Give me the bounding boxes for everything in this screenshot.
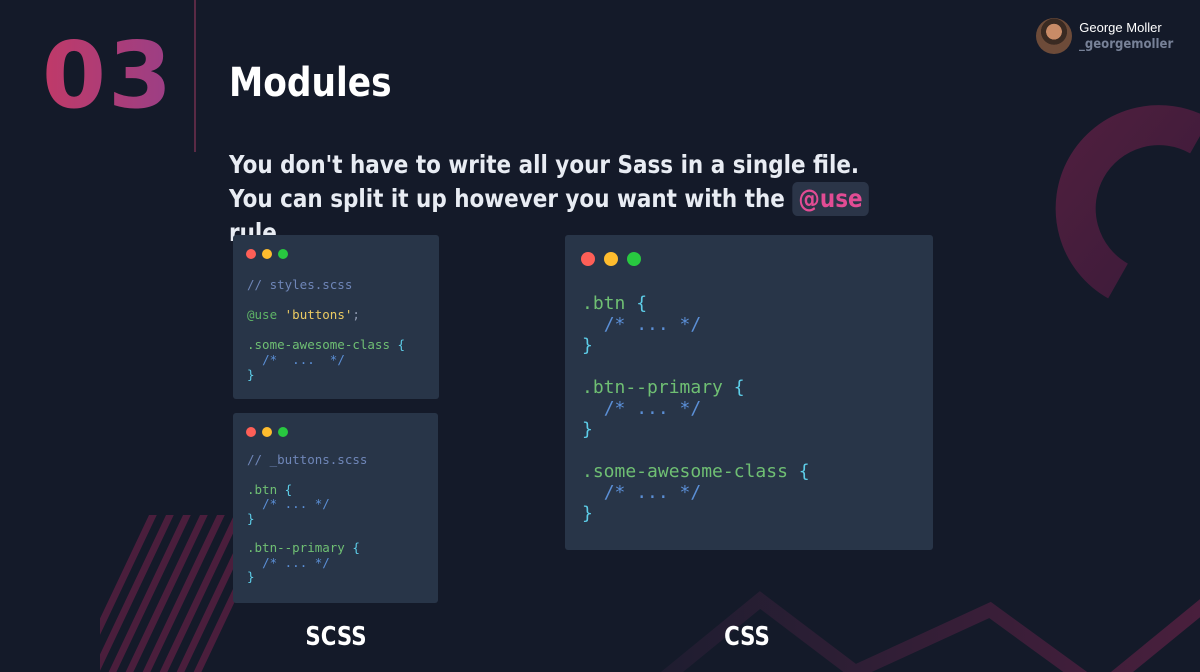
code-line: .btn { [247,481,367,498]
code-line: @use 'buttons'; [247,307,405,322]
code-brace: } [582,503,593,524]
code-line: /* ... */ [582,482,810,503]
code-line: .some-awesome-class { [582,461,810,482]
window-close-dot-icon [246,249,256,259]
code-selector: .btn--primary [582,377,723,398]
code-block: // styles.scss @use 'buttons'; .some-aweso… [247,277,405,382]
code-inner-comment: /* ... */ [603,398,702,419]
code-block: .btn { /* ... */} .btn--primary { /* ... … [582,293,810,524]
slide-number: 03 [42,22,175,129]
code-line: /* ... */ [247,496,367,512]
author-handle: _georgemoller [1079,37,1174,52]
window-controls [246,427,294,437]
code-brace: { [397,337,406,352]
code-brace: { [636,293,648,314]
code-brace: { [284,481,293,497]
window-maximize-dot-icon [278,427,288,437]
author-badge: George Moller _georgemoller [1036,18,1184,54]
code-at-rule: @use [247,307,278,322]
code-line: .btn--primary { [582,377,810,398]
window-maximize-dot-icon [627,252,641,266]
window-close-dot-icon [581,252,595,266]
author-name: George Moller [1079,20,1162,35]
code-brace: } [247,510,255,526]
code-window-buttons-scss: // _buttons.scss .btn { /* ... */} .btn--p… [233,413,438,603]
inline-code-use: @use [792,182,869,216]
code-inner-comment: /* ... */ [603,482,702,503]
code-selector: .some-awesome-class [582,461,788,482]
code-block: // _buttons.scss .btn { /* ... */} .btn--p… [247,452,368,585]
window-minimize-dot-icon [262,427,272,437]
code-window-styles-scss: // styles.scss @use 'buttons'; .some-aweso… [233,235,439,399]
code-comment: // styles.scss [247,277,353,292]
label-css: CSS [724,622,770,652]
code-selector: .btn--primary [247,540,345,555]
subtitle-text: You don't have to write all your Sass in… [229,150,860,213]
slide-title: Modules [229,60,392,106]
window-minimize-dot-icon [262,249,272,259]
code-brace: { [352,540,360,555]
window-close-dot-icon [246,427,256,437]
avatar [1036,18,1073,54]
code-selector: .some-awesome-class [247,337,390,352]
code-selector: .btn [582,293,626,314]
code-semicolon: ; [352,307,360,322]
code-brace: } [247,569,255,584]
code-inner-comment: /* ... */ [262,352,345,367]
window-controls [246,249,294,259]
code-line: /* ... */ [582,314,810,335]
code-brace: } [582,419,593,440]
author-text: George Moller _georgemoller [1079,19,1184,53]
label-scss: SCSS [305,622,367,652]
code-brace: { [733,377,745,398]
code-line: .btn--primary { [247,540,367,556]
code-inner-comment: /* ... */ [262,496,330,511]
code-inner-comment: /* ... */ [262,554,330,570]
code-comment: // _buttons.scss [247,452,368,467]
code-inner-comment: /* ... */ [603,314,702,335]
window-minimize-dot-icon [604,252,618,266]
window-maximize-dot-icon [278,249,288,259]
code-brace: { [798,461,810,482]
ring-arc-shape [1055,105,1200,299]
code-line: /* ... */ [582,398,810,419]
code-line: .some-awesome-class { [247,337,405,352]
vertical-divider [194,0,196,152]
code-brace: } [582,335,593,356]
code-line: /* ... */ [247,352,405,367]
code-window-compiled-css: .btn { /* ... */} .btn--primary { /* ... … [565,235,933,550]
code-selector: .btn [247,481,278,497]
window-controls [581,252,650,266]
code-string: 'buttons' [284,307,353,322]
code-brace: } [247,367,255,382]
code-line: .btn { [582,293,810,314]
code-line: /* ... */ [247,554,367,571]
